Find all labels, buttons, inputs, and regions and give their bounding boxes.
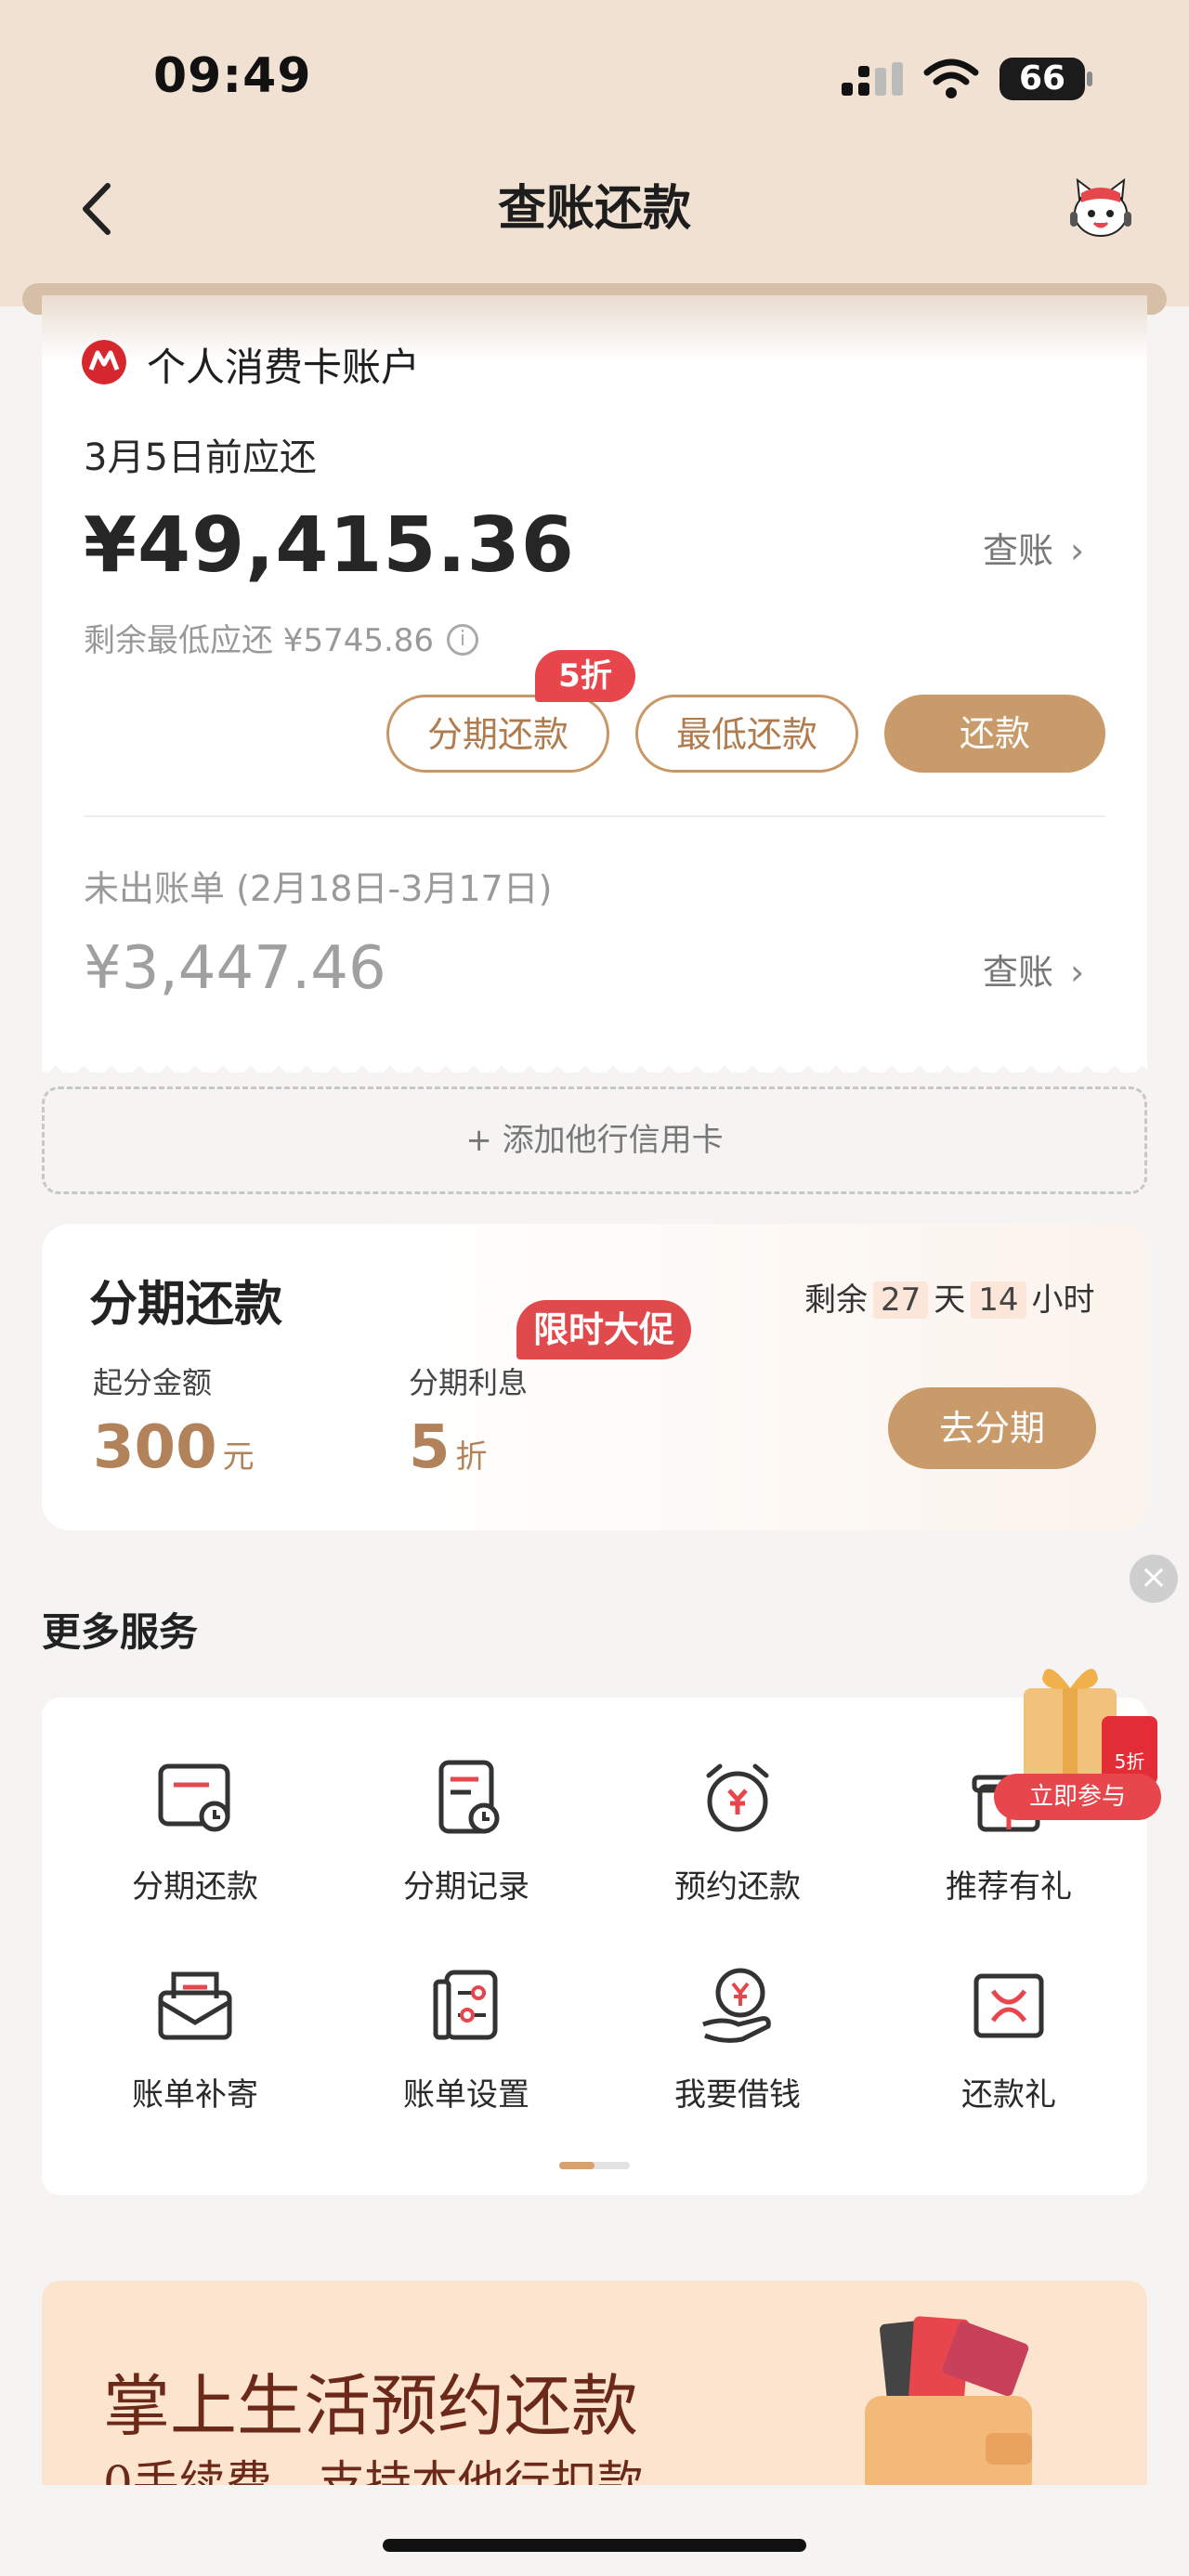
service-label: 我要借钱 xyxy=(674,2076,801,2114)
service-scheduled-repay[interactable]: 预约还款 xyxy=(631,1757,844,1906)
gift-card-icon xyxy=(973,1973,1044,2038)
installment-repay-button[interactable]: 分期还款 xyxy=(386,695,609,773)
chevron-right-icon: › xyxy=(1070,952,1085,993)
countdown-hours: 14 xyxy=(971,1281,1026,1319)
service-installment-repay[interactable]: 分期还款 xyxy=(88,1757,302,1906)
unbilled-label: 未出账单 (2月18日-3月17日) xyxy=(84,868,553,909)
minimum-payment-button[interactable]: 最低还款 xyxy=(635,695,858,773)
page-indicator xyxy=(559,2162,630,2169)
battery-tip xyxy=(1087,72,1092,86)
wallet-cards-icon xyxy=(865,2316,1032,2485)
minimum-payment-label: 剩余最低应还 ¥5745.86 xyxy=(84,622,435,659)
chevron-right-icon: › xyxy=(1070,530,1085,571)
go-installment-button[interactable]: 去分期 xyxy=(888,1387,1096,1469)
countdown-days: 27 xyxy=(873,1281,929,1319)
statement-amount: ¥49,415.36 xyxy=(84,501,575,590)
repay-button[interactable]: 还款 xyxy=(884,695,1105,773)
customer-service-mascot-icon[interactable] xyxy=(1066,175,1135,243)
service-repay-gift[interactable]: 还款礼 xyxy=(902,1965,1116,2114)
countdown-prefix: 剩余 xyxy=(804,1281,868,1319)
interest-label: 分期利息 xyxy=(409,1365,529,1400)
banner-subtitle: 0手续费，支持本他行扣款 xyxy=(103,2456,644,2485)
service-label: 分期还款 xyxy=(132,1868,258,1906)
info-icon[interactable]: i xyxy=(447,623,479,656)
minimum-payment-text: 剩余最低应还 ¥5745.86 i xyxy=(84,615,479,660)
service-borrow-money[interactable]: 我要借钱 xyxy=(631,1965,844,2114)
wifi-icon xyxy=(923,59,979,98)
service-label: 分期记录 xyxy=(403,1868,529,1906)
countdown-timer: 剩余 27 天 14 小时 xyxy=(804,1274,1095,1320)
account-name: 个人消费卡账户 xyxy=(147,345,421,390)
more-services-title: 更多服务 xyxy=(42,1609,199,1655)
battery-indicator: 66 xyxy=(1000,58,1085,100)
service-label: 推荐有礼 xyxy=(946,1868,1072,1906)
min-amount-unit: 元 xyxy=(222,1438,255,1476)
close-icon[interactable]: × xyxy=(1130,1555,1178,1603)
promo-banner[interactable]: 掌上生活预约还款 0手续费，支持本他行扣款 xyxy=(42,2281,1147,2485)
mail-open-icon xyxy=(158,1971,232,2040)
countdown-hour-unit: 小时 xyxy=(1031,1281,1095,1319)
join-now-button[interactable]: 立即参与 xyxy=(994,1774,1161,1820)
discount-tag: 5折 xyxy=(535,650,635,702)
min-amount-value: 300 元 xyxy=(93,1413,255,1482)
bottom-background xyxy=(0,2485,1189,2576)
service-label: 账单设置 xyxy=(403,2076,529,2114)
interest-unit: 折 xyxy=(455,1438,488,1476)
status-time: 09:49 xyxy=(153,48,312,104)
min-amount-number: 300 xyxy=(93,1413,217,1482)
view-bill-label: 查账 xyxy=(983,530,1054,571)
divider xyxy=(84,815,1105,817)
settings-sliders-icon xyxy=(433,1970,498,2040)
cellular-signal-icon xyxy=(842,62,903,96)
service-label: 账单补寄 xyxy=(132,2076,258,2114)
service-bill-settings[interactable]: 账单设置 xyxy=(359,1965,573,2114)
interest-value: 5折 xyxy=(409,1413,488,1482)
service-label: 还款礼 xyxy=(961,2076,1056,2114)
unbilled-amount: ¥3,447.46 xyxy=(84,934,386,1003)
alarm-yuan-icon xyxy=(706,1763,769,1832)
gift-discount-text: 5折 xyxy=(1115,1750,1145,1773)
service-installment-records[interactable]: 分期记录 xyxy=(359,1757,573,1906)
banner-title: 掌上生活预约还款 xyxy=(103,2367,639,2445)
service-label: 预约还款 xyxy=(674,1868,801,1906)
home-indicator xyxy=(383,2539,806,2552)
add-other-bank-card-button[interactable]: + 添加他行信用卡 xyxy=(42,1086,1147,1194)
status-bar: 09:49 66 xyxy=(0,0,1189,158)
calendar-clock-icon xyxy=(158,1763,230,1832)
due-date-label: 3月5日前应还 xyxy=(84,436,317,479)
interest-number: 5 xyxy=(409,1413,451,1482)
bank-logo-icon xyxy=(82,340,126,384)
min-amount-label: 起分金额 xyxy=(93,1365,213,1400)
view-unbilled-link[interactable]: 查账 › xyxy=(983,943,1084,995)
service-bill-resend[interactable]: 账单补寄 xyxy=(88,1965,302,2114)
limited-promo-tag: 限时大促 xyxy=(516,1300,691,1360)
hand-coin-icon xyxy=(702,1968,771,2043)
installment-title: 分期还款 xyxy=(89,1276,283,1333)
countdown-day-unit: 天 xyxy=(934,1281,966,1319)
page-title: 查账还款 xyxy=(497,181,691,237)
view-unbilled-label: 查账 xyxy=(983,952,1054,993)
document-clock-icon xyxy=(438,1760,500,1834)
view-bill-link[interactable]: 查账 › xyxy=(983,522,1084,573)
